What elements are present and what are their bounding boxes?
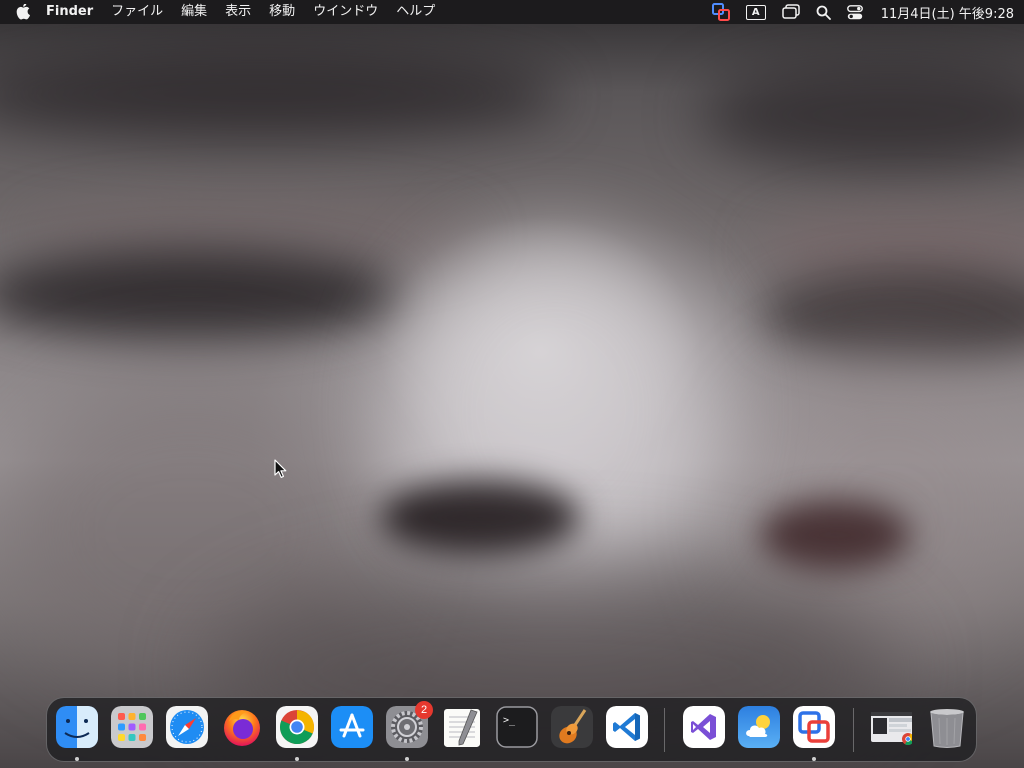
apple-menu[interactable]: [14, 4, 32, 20]
dock-separator: [664, 708, 665, 752]
menu-file[interactable]: ファイル: [102, 0, 172, 24]
notification-badge: 2: [415, 701, 433, 719]
dock-screen-sharing[interactable]: [793, 706, 835, 748]
status-control-center[interactable]: [846, 0, 863, 24]
dock: 2 >_: [46, 697, 977, 762]
running-indicator: [812, 757, 816, 761]
wallpaper-shape: [0, 250, 400, 340]
menu-window[interactable]: ウインドウ: [304, 0, 387, 24]
windows-icon: [781, 4, 800, 19]
trash-icon: [930, 709, 964, 748]
dock-chrome[interactable]: [276, 706, 318, 748]
dock-terminal[interactable]: >_: [496, 706, 538, 748]
status-screen-sharing[interactable]: [711, 0, 730, 24]
dock-weather[interactable]: [738, 706, 780, 748]
chrome-icon: [276, 706, 318, 748]
dock-trash[interactable]: [926, 706, 968, 748]
running-indicator: [75, 757, 79, 761]
dock-app-store[interactable]: [331, 706, 373, 748]
visual-studio-icon: [683, 706, 725, 748]
input-method-label: A: [745, 4, 766, 20]
status-stage-manager[interactable]: [781, 0, 800, 24]
running-indicator: [295, 757, 299, 761]
launchpad-icon: [111, 706, 153, 748]
vscode-icon: [606, 706, 648, 748]
menu-help[interactable]: ヘルプ: [387, 0, 444, 24]
running-indicator: [405, 757, 409, 761]
status-input-method[interactable]: A: [745, 0, 766, 24]
dock-vscode[interactable]: [606, 706, 648, 748]
terminal-glyph: >_: [503, 715, 516, 726]
dock-firefox[interactable]: [221, 706, 263, 748]
apple-icon: [16, 4, 30, 20]
finder-icon: [56, 706, 98, 748]
dock-window-preview[interactable]: [870, 706, 912, 748]
menu-edit[interactable]: 編集: [172, 0, 216, 24]
wallpaper-shape: [0, 50, 560, 140]
wallpaper-shape: [380, 480, 580, 555]
menu-clock[interactable]: 11月4日(土) 午後9:28: [881, 3, 1014, 22]
wallpaper-shape: [760, 500, 910, 570]
terminal-icon: >_: [496, 706, 538, 748]
control-center-icon: [846, 4, 863, 19]
dock-garageband[interactable]: [551, 706, 593, 748]
app-store-icon: [331, 706, 373, 748]
weather-icon: [738, 706, 780, 748]
menu-bar: Finder ファイル 編集 表示 移動 ウインドウ ヘルプ A 11月4日(土…: [0, 0, 1024, 24]
screen-sharing-icon: [711, 3, 730, 21]
menu-bar-left: Finder ファイル 編集 表示 移動 ウインドウ ヘルプ: [0, 0, 444, 24]
firefox-icon: [224, 710, 260, 746]
wallpaper-shape: [700, 60, 1024, 170]
menu-bar-right: A 11月4日(土) 午後9:28: [704, 0, 1024, 24]
dock-launchpad[interactable]: [111, 706, 153, 748]
guitar-icon: [551, 706, 593, 748]
dock-separator: [853, 708, 854, 752]
mouse-pointer-icon: [274, 459, 287, 478]
dock-visual-studio[interactable]: [683, 706, 725, 748]
status-spotlight[interactable]: [816, 0, 831, 24]
safari-icon: [166, 706, 208, 748]
desktop-wallpaper: [0, 0, 1024, 768]
window-thumbnail-icon: [871, 712, 912, 745]
textedit-icon: [444, 709, 480, 747]
menu-go[interactable]: 移動: [260, 0, 304, 24]
search-icon: [816, 5, 831, 20]
dock-finder[interactable]: [56, 706, 98, 748]
menu-app-finder[interactable]: Finder: [32, 0, 102, 24]
dock-safari[interactable]: [166, 706, 208, 748]
screen-sharing-icon: [793, 706, 835, 748]
dock-textedit[interactable]: [441, 706, 483, 748]
wallpaper-shape: [760, 270, 1024, 360]
menu-view[interactable]: 表示: [216, 0, 260, 24]
